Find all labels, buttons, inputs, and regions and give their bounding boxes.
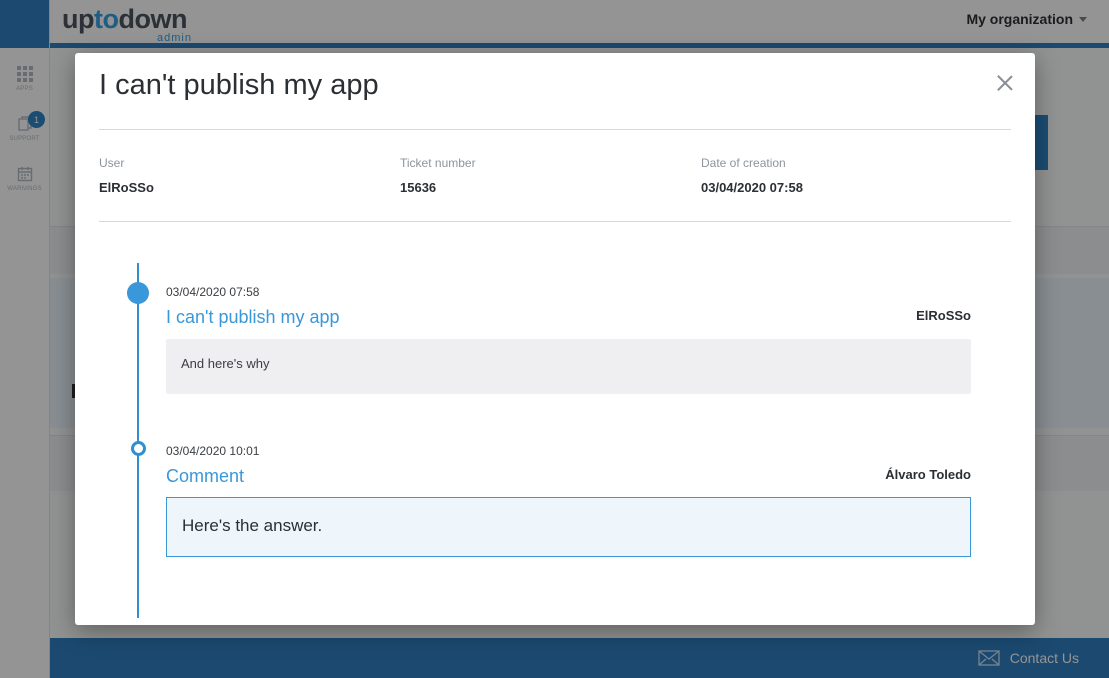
entry-title: Comment (166, 466, 245, 486)
entry-author: ElRoSSo (916, 308, 971, 323)
timeline-entry: 03/04/2020 10:01 Comment Álvaro Toledo H… (166, 444, 971, 557)
modal-title: I can't publish my app (99, 69, 379, 101)
entry-date: 03/04/2020 07:58 (166, 285, 260, 299)
meta-label: Ticket number (400, 156, 476, 170)
timeline-dot-ring-icon (131, 441, 146, 456)
timeline-entry: 03/04/2020 07:58 I can't publish my app … (166, 285, 971, 393)
entry-author: Álvaro Toledo (885, 467, 971, 482)
app-root: APPS SUPPORT 1 WARNINGS uptodown admin M… (0, 0, 1109, 678)
meta-user: User ElRoSSo (99, 156, 154, 195)
meta-value-ticket: 15636 (400, 180, 437, 195)
entry-message: Here's the answer. (166, 497, 971, 557)
entry-message: And here's why (166, 339, 971, 393)
meta-value-user: ElRoSSo (99, 180, 154, 195)
entry-title: I can't publish my app (166, 307, 340, 327)
meta-ticket-number: Ticket number 15636 (400, 156, 476, 195)
meta-divider (99, 221, 1011, 222)
entry-date: 03/04/2020 10:01 (166, 444, 260, 458)
meta-date-created: Date of creation 03/04/2020 07:58 (701, 156, 803, 195)
ticket-modal: I can't publish my app User ElRoSSo Tick… (75, 53, 1035, 625)
meta-label: User (99, 156, 125, 170)
meta-label: Date of creation (701, 156, 786, 170)
entry-header: Comment Álvaro Toledo (166, 466, 971, 490)
header-divider (99, 129, 1011, 130)
meta-value-date: 03/04/2020 07:58 (701, 180, 803, 195)
timeline-dot-filled-icon (127, 282, 149, 304)
close-icon[interactable] (997, 75, 1013, 91)
entry-header: I can't publish my app ElRoSSo (166, 307, 971, 331)
